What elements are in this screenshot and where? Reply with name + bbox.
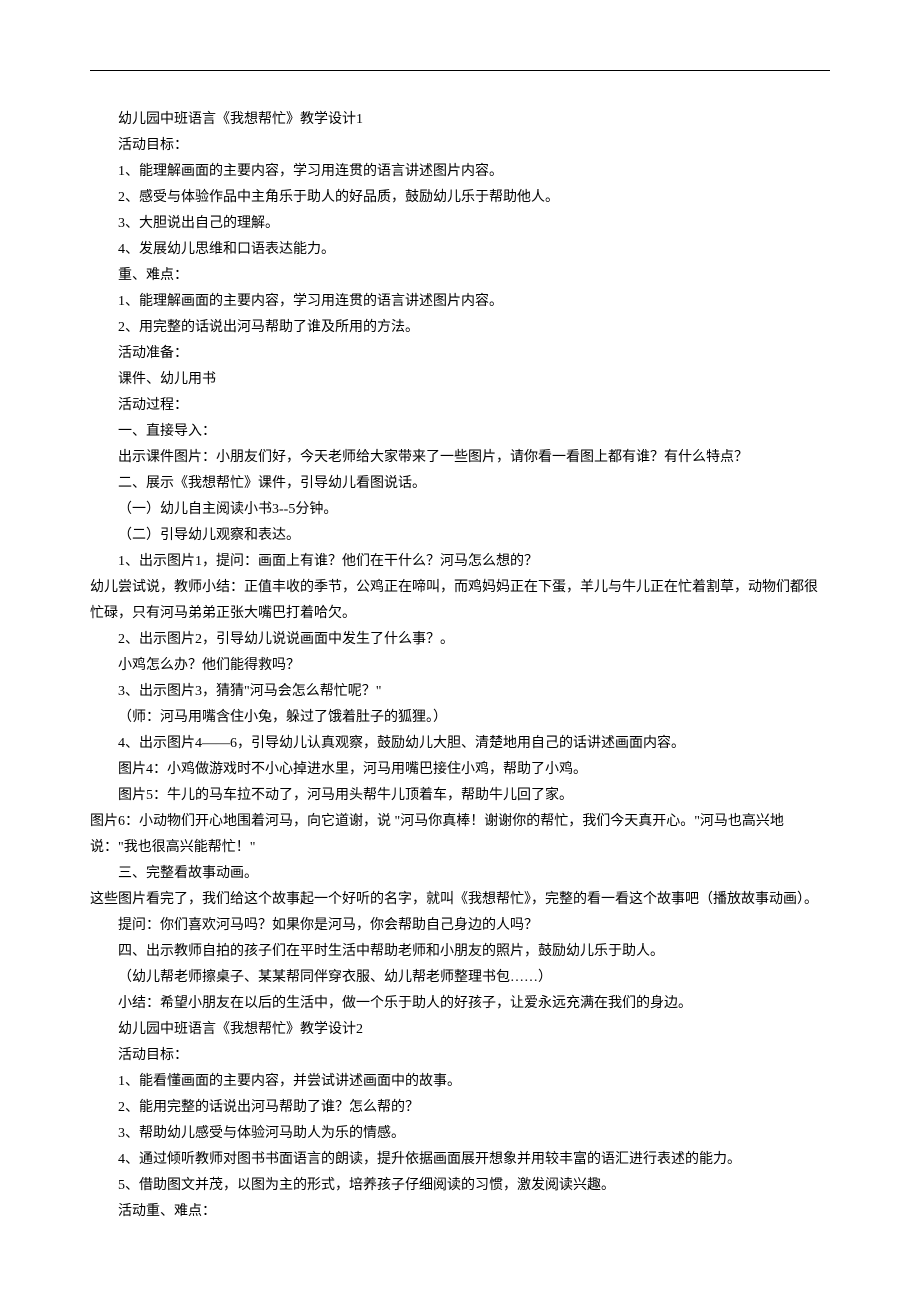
text-line: 小结：希望小朋友在以后的生活中，做一个乐于助人的好孩子，让爱永远充满在我们的身边… — [90, 991, 830, 1017]
document-body: 幼儿园中班语言《我想帮忙》教学设计1活动目标：1、能理解画面的主要内容，学习用连… — [90, 107, 830, 1225]
text-line: 4、出示图片4——6，引导幼儿认真观察，鼓励幼儿大胆、清楚地用自己的话讲述画面内… — [90, 731, 830, 757]
text-line: 出示课件图片：小朋友们好，今天老师给大家带来了一些图片，请你看一看图上都有谁？有… — [90, 445, 830, 471]
text-line: 2、出示图片2，引导幼儿说说画面中发生了什么事？。 — [90, 627, 830, 653]
text-line: 幼儿园中班语言《我想帮忙》教学设计1 — [90, 107, 830, 133]
text-line: 2、感受与体验作品中主角乐于助人的好品质，鼓励幼儿乐于帮助他人。 — [90, 185, 830, 211]
text-line: 重、难点： — [90, 263, 830, 289]
text-line: 幼儿园中班语言《我想帮忙》教学设计2 — [90, 1017, 830, 1043]
document-page: 幼儿园中班语言《我想帮忙》教学设计1活动目标：1、能理解画面的主要内容，学习用连… — [0, 0, 920, 1265]
text-line: 3、大胆说出自己的理解。 — [90, 211, 830, 237]
text-line: 3、帮助幼儿感受与体验河马助人为乐的情感。 — [90, 1121, 830, 1147]
text-line: 1、出示图片1，提问：画面上有谁？他们在干什么？河马怎么想的？ — [90, 549, 830, 575]
text-line: 4、发展幼儿思维和口语表达能力。 — [90, 237, 830, 263]
text-line: 1、能看懂画面的主要内容，并尝试讲述画面中的故事。 — [90, 1069, 830, 1095]
text-line: 幼儿尝试说，教师小结：正值丰收的季节，公鸡正在啼叫，而鸡妈妈正在下蛋，羊儿与牛儿… — [90, 575, 830, 627]
text-line: 活动目标： — [90, 1043, 830, 1069]
text-line: 1、能理解画面的主要内容，学习用连贯的语言讲述图片内容。 — [90, 289, 830, 315]
text-line: 3、出示图片3，猜猜"河马会怎么帮忙呢？" — [90, 679, 830, 705]
text-line: 活动过程： — [90, 393, 830, 419]
text-line: （一）幼儿自主阅读小书3--5分钟。 — [90, 497, 830, 523]
text-line: 1、能理解画面的主要内容，学习用连贯的语言讲述图片内容。 — [90, 159, 830, 185]
text-line: （二）引导幼儿观察和表达。 — [90, 523, 830, 549]
text-line: 活动重、难点： — [90, 1199, 830, 1225]
text-line: 活动目标： — [90, 133, 830, 159]
text-line: （幼儿帮老师擦桌子、某某帮同伴穿衣服、幼儿帮老师整理书包……） — [90, 965, 830, 991]
text-line: 小鸡怎么办？他们能得救吗？ — [90, 653, 830, 679]
text-line: 图片4：小鸡做游戏时不小心掉进水里，河马用嘴巴接住小鸡，帮助了小鸡。 — [90, 757, 830, 783]
text-line: 图片5：牛儿的马车拉不动了，河马用头帮牛儿顶着车，帮助牛儿回了家。 — [90, 783, 830, 809]
horizontal-rule — [90, 70, 830, 71]
text-line: 一、直接导入： — [90, 419, 830, 445]
text-line: 二、展示《我想帮忙》课件，引导幼儿看图说话。 — [90, 471, 830, 497]
text-line: 课件、幼儿用书 — [90, 367, 830, 393]
text-line: 图片6：小动物们开心地围着河马，向它道谢，说 "河马你真棒！谢谢你的帮忙，我们今… — [90, 809, 830, 861]
text-line: 4、通过倾听教师对图书书面语言的朗读，提升依据画面展开想象并用较丰富的语汇进行表… — [90, 1147, 830, 1173]
text-line: 四、出示教师自拍的孩子们在平时生活中帮助老师和小朋友的照片，鼓励幼儿乐于助人。 — [90, 939, 830, 965]
text-line: （师：河马用嘴含住小兔，躲过了饿着肚子的狐狸。） — [90, 705, 830, 731]
text-line: 三、完整看故事动画。 — [90, 861, 830, 887]
text-line: 5、借助图文并茂，以图为主的形式，培养孩子仔细阅读的习惯，激发阅读兴趣。 — [90, 1173, 830, 1199]
text-line: 这些图片看完了，我们给这个故事起一个好听的名字，就叫《我想帮忙》，完整的看一看这… — [90, 887, 830, 913]
text-line: 提问：你们喜欢河马吗？如果你是河马，你会帮助自己身边的人吗？ — [90, 913, 830, 939]
text-line: 活动准备： — [90, 341, 830, 367]
text-line: 2、能用完整的话说出河马帮助了谁？怎么帮的？ — [90, 1095, 830, 1121]
text-line: 2、用完整的话说出河马帮助了谁及所用的方法。 — [90, 315, 830, 341]
